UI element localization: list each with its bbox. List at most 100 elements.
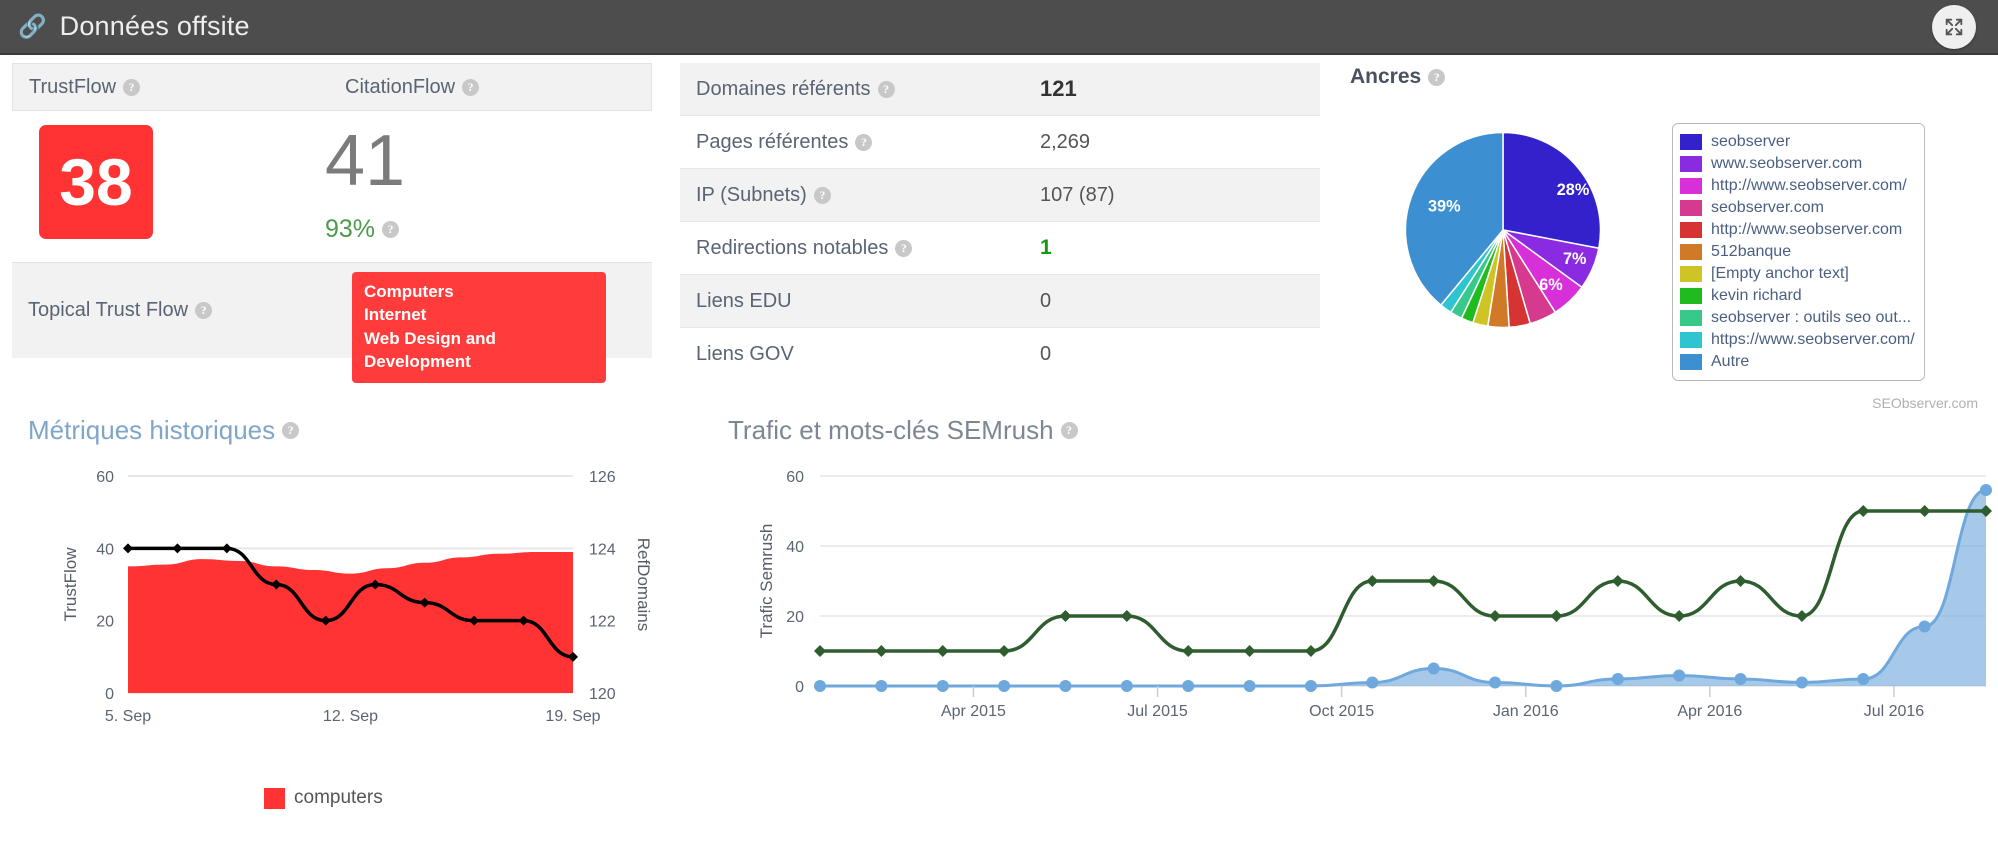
data-point[interactable] — [998, 680, 1010, 692]
legend-item[interactable]: seobserver.com — [1680, 197, 1915, 219]
data-point[interactable] — [1059, 610, 1071, 622]
legend-label: http://www.seobserver.com/ — [1711, 177, 1907, 195]
citationflow-value: 41 — [325, 125, 405, 197]
row-label: Pages référentes — [696, 131, 848, 154]
data-point[interactable] — [998, 645, 1010, 657]
data-point[interactable] — [1182, 680, 1194, 692]
data-point[interactable] — [1121, 610, 1133, 622]
table-row: Redirections notables ? 1 — [680, 222, 1320, 275]
row-label-group: Liens GOV — [680, 343, 1040, 366]
pie-slice-label-3: 6% — [1539, 276, 1563, 294]
topical-trust-flow-label: Topical Trust Flow — [28, 299, 188, 322]
data-point[interactable] — [1857, 673, 1869, 685]
data-point[interactable] — [1735, 575, 1747, 587]
data-point[interactable] — [1305, 680, 1317, 692]
expand-button[interactable] — [1932, 5, 1976, 49]
help-icon[interactable]: ? — [195, 302, 212, 319]
help-icon[interactable]: ? — [123, 79, 140, 96]
help-icon[interactable]: ? — [895, 240, 912, 257]
x-axis-tick: Jul 2015 — [1127, 703, 1188, 720]
data-point[interactable] — [123, 543, 133, 553]
data-point[interactable] — [1489, 677, 1501, 689]
data-point[interactable] — [875, 645, 887, 657]
help-icon[interactable]: ? — [1061, 422, 1078, 439]
data-point[interactable] — [1059, 680, 1071, 692]
row-label: IP (Subnets) — [696, 184, 807, 207]
anchors-chart-area: 28% 7% 6% 39% seobserver www.seobserver.c… — [1320, 97, 1998, 357]
data-point[interactable] — [1919, 621, 1931, 633]
x-axis-tick: 12. Sep — [323, 708, 378, 725]
legend-item[interactable]: https://www.seobserver.com/ — [1680, 329, 1915, 351]
data-point[interactable] — [875, 680, 887, 692]
data-point[interactable] — [1489, 610, 1501, 622]
help-icon[interactable]: ? — [814, 187, 831, 204]
window-titlebar: 🔗 Données offsite — [0, 0, 1998, 55]
data-point[interactable] — [1796, 677, 1808, 689]
table-row: Liens EDU 0 — [680, 275, 1320, 328]
row-label: Redirections notables — [696, 237, 888, 260]
legend-item[interactable]: 512banque — [1680, 241, 1915, 263]
legend-item[interactable]: [Empty anchor text] — [1680, 263, 1915, 285]
trustflow-label: TrustFlow — [29, 76, 116, 99]
data-point[interactable] — [1735, 673, 1747, 685]
data-point[interactable] — [937, 645, 949, 657]
help-icon[interactable]: ? — [282, 422, 299, 439]
y-axis-tick-left: 0 — [105, 686, 114, 703]
flow-metrics-panel: TrustFlow ? CitationFlow ? 38 41 93% ? T… — [12, 63, 652, 415]
data-point[interactable] — [1796, 610, 1808, 622]
data-point[interactable] — [172, 543, 182, 553]
line-series-motscles — [820, 511, 1986, 651]
data-point[interactable] — [1244, 680, 1256, 692]
data-point[interactable] — [1428, 575, 1440, 587]
data-point[interactable] — [1673, 610, 1685, 622]
link-chain-icon: 🔗 — [18, 15, 47, 38]
anchors-title-group: Ancres ? — [1350, 65, 1998, 89]
topical-trust-flow-row: Topical Trust Flow ? Computers Internet … — [12, 262, 652, 358]
legend-item[interactable]: www.seobserver.com — [1680, 153, 1915, 175]
help-icon[interactable]: ? — [462, 79, 479, 96]
data-point[interactable] — [1244, 645, 1256, 657]
row-label-group: Domaines référents ? — [680, 78, 1040, 101]
data-point[interactable] — [1550, 680, 1562, 692]
data-point[interactable] — [1980, 484, 1992, 496]
data-point[interactable] — [1550, 610, 1562, 622]
data-point[interactable] — [1305, 645, 1317, 657]
topical-tag-line: Internet — [364, 303, 594, 326]
help-icon[interactable]: ? — [878, 81, 895, 98]
data-point[interactable] — [1857, 505, 1869, 517]
data-point[interactable] — [1612, 673, 1624, 685]
legend-item[interactable]: seobserver — [1680, 131, 1915, 153]
row-label-group: Pages référentes ? — [680, 131, 1040, 154]
data-point[interactable] — [1673, 670, 1685, 682]
data-point[interactable] — [1366, 575, 1378, 587]
help-icon[interactable]: ? — [1428, 69, 1445, 86]
row-label-group: Redirections notables ? — [680, 237, 1040, 260]
legend-item[interactable]: Autre — [1680, 351, 1915, 373]
legend-item[interactable]: seobserver : outils seo out... — [1680, 307, 1915, 329]
data-point[interactable] — [1182, 645, 1194, 657]
data-point[interactable] — [1428, 663, 1440, 675]
data-point[interactable] — [814, 645, 826, 657]
historical-metrics-chart[interactable]: 02040601201221241265. Sep12. Sep19. SepT… — [28, 458, 668, 748]
data-point[interactable] — [1919, 505, 1931, 517]
pie-slice-label-4: 39% — [1428, 197, 1461, 215]
data-point[interactable] — [814, 680, 826, 692]
data-point[interactable] — [937, 680, 949, 692]
topical-trust-flow-tag[interactable]: Computers Internet Web Design and Develo… — [352, 272, 606, 383]
data-point[interactable] — [1366, 677, 1378, 689]
legend-swatch-computers — [264, 788, 285, 809]
topical-trust-flow-label-group: Topical Trust Flow ? — [12, 299, 212, 322]
anchors-pie-chart[interactable]: 28% 7% 6% 39% — [1378, 105, 1628, 355]
x-axis-tick: 19. Sep — [545, 708, 600, 725]
legend-item[interactable]: http://www.seobserver.com/ — [1680, 175, 1915, 197]
data-point[interactable] — [222, 543, 232, 553]
data-point[interactable] — [1612, 575, 1624, 587]
y-axis-title-left: TrustFlow — [61, 547, 80, 622]
help-icon[interactable]: ? — [382, 221, 399, 238]
data-point[interactable] — [1121, 680, 1133, 692]
legend-label: www.seobserver.com — [1711, 155, 1862, 173]
semrush-chart[interactable]: 0204060Apr 2015Jul 2015Oct 2015Jan 2016A… — [728, 458, 1998, 748]
help-icon[interactable]: ? — [855, 134, 872, 151]
legend-item[interactable]: http://www.seobserver.com — [1680, 219, 1915, 241]
legend-item[interactable]: kevin richard — [1680, 285, 1915, 307]
